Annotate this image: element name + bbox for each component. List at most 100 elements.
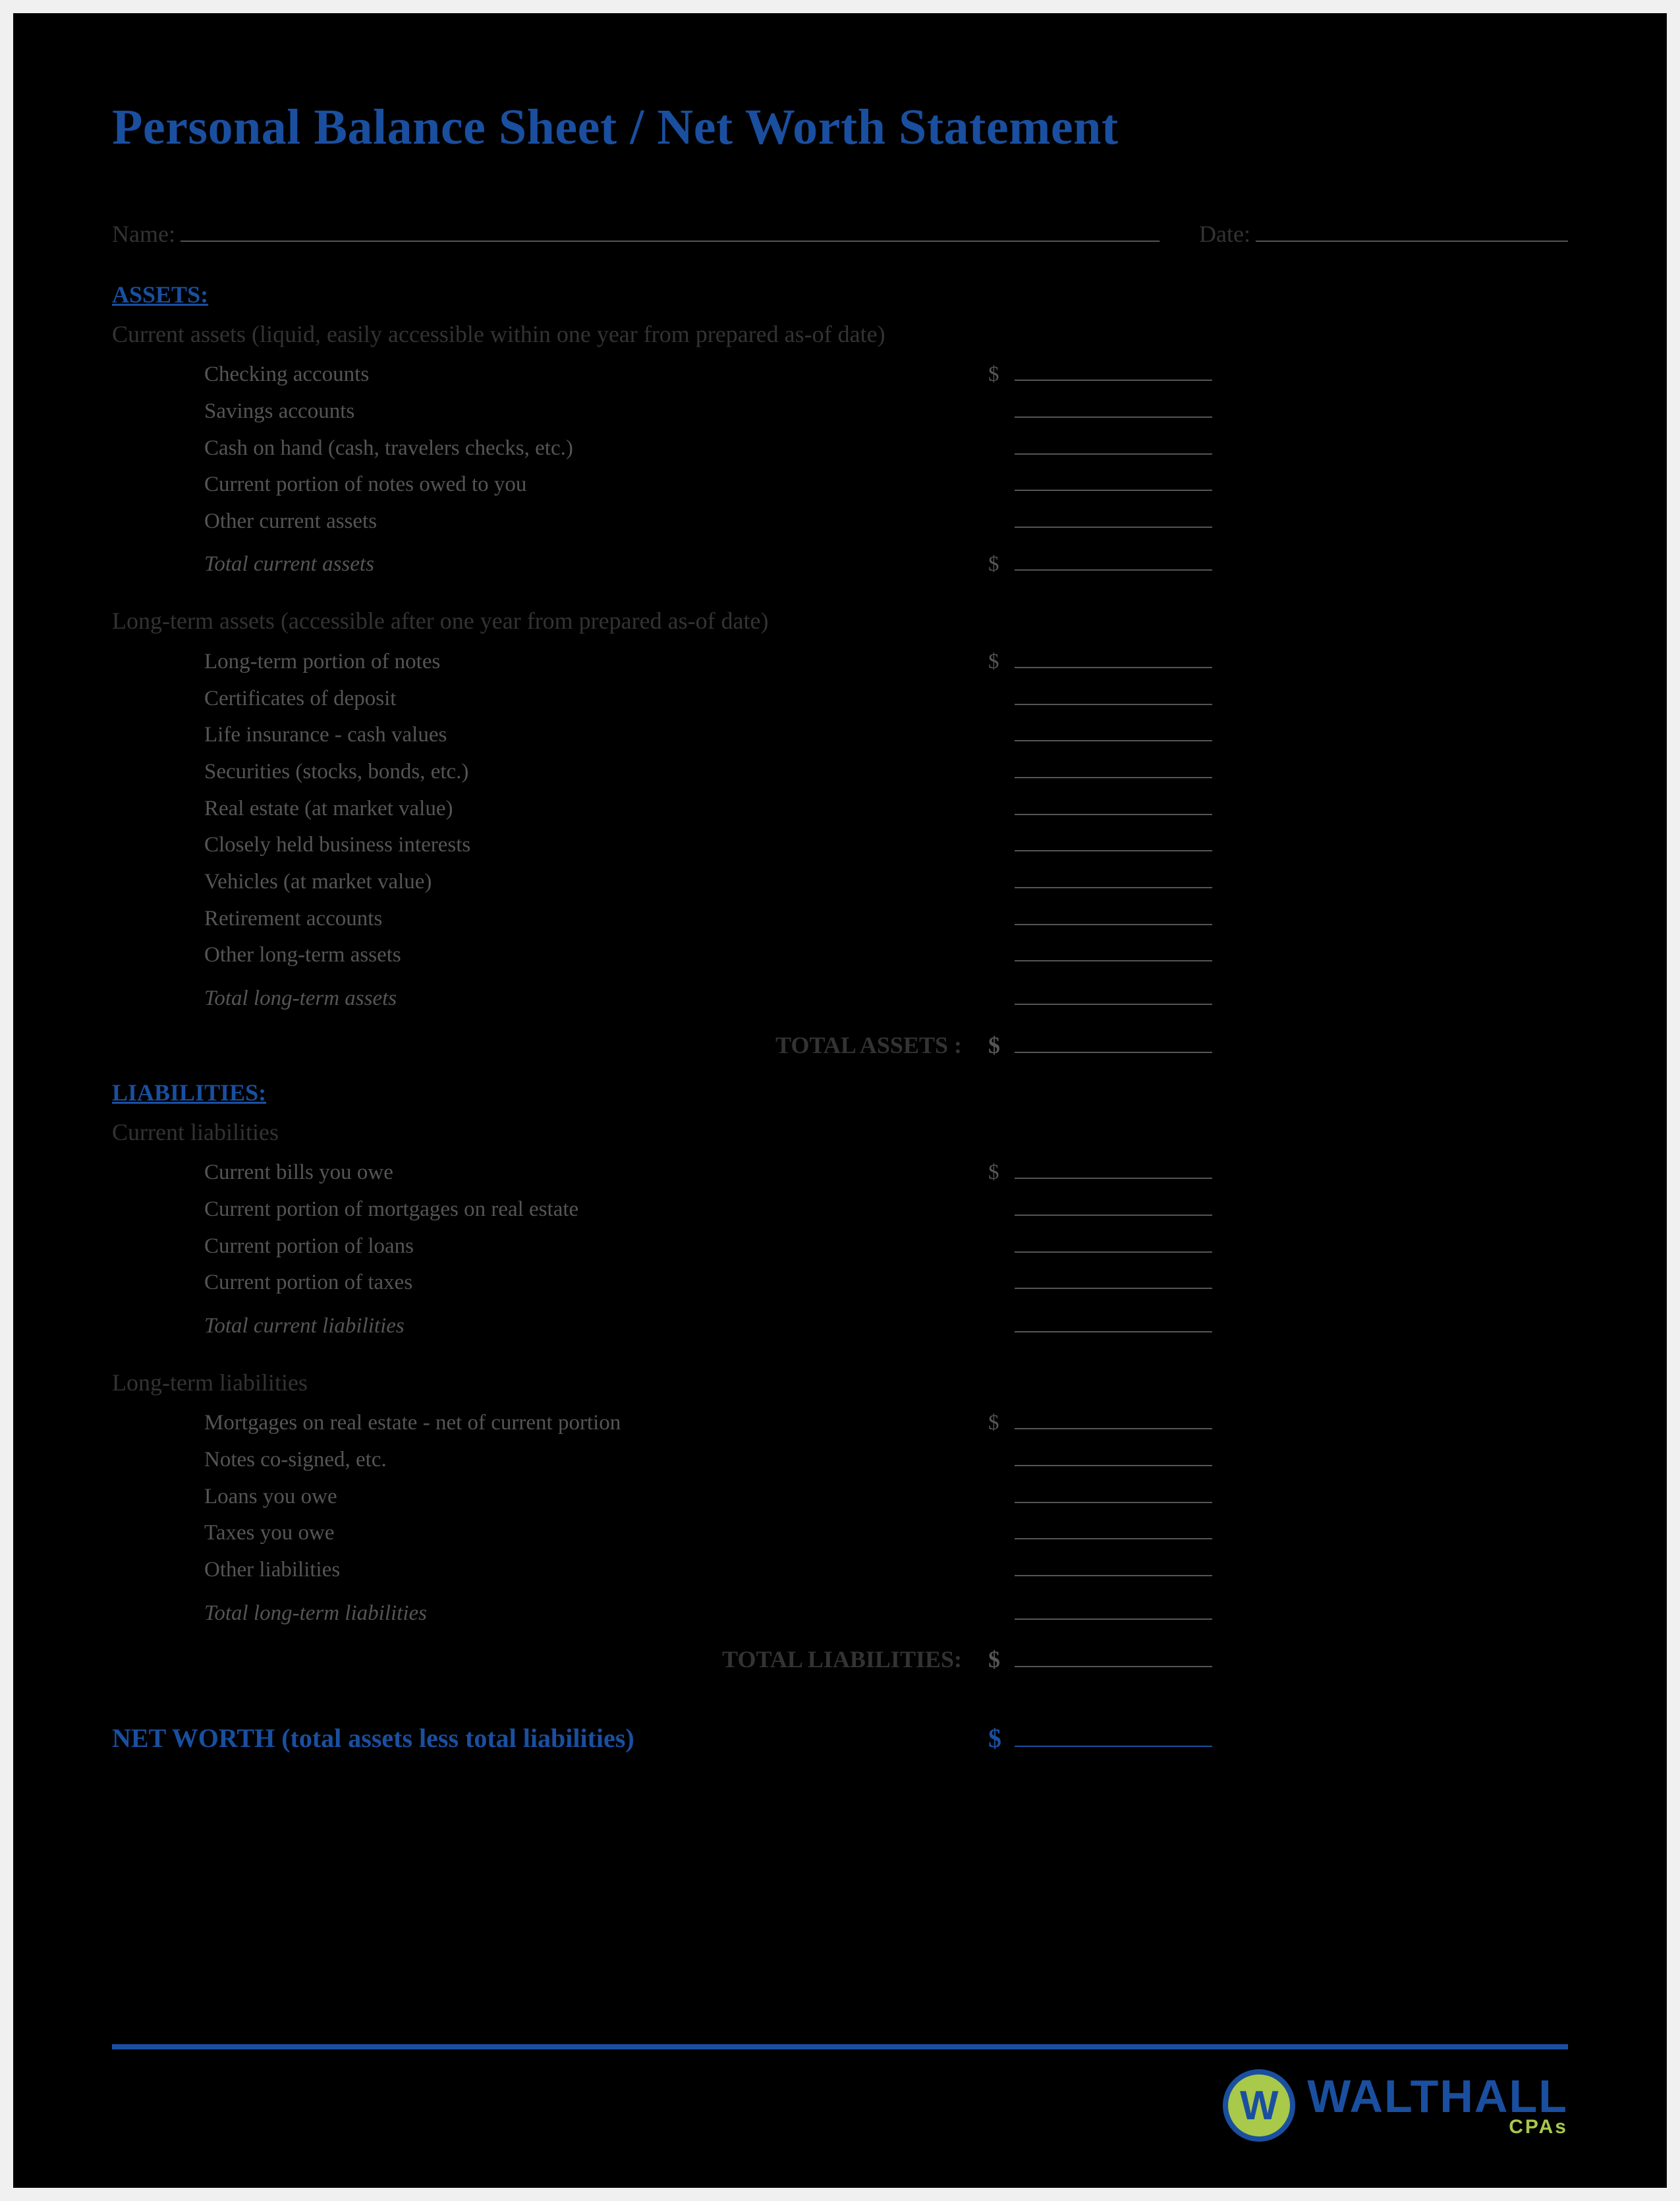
item-label: Notes co-signed, etc. <box>112 1448 988 1472</box>
walthall-logo: W WALTHALL CPAs <box>1223 2069 1568 2142</box>
amount-input[interactable] <box>1015 548 1212 571</box>
subtotal-line: Total long-term liabilities <box>112 1593 1568 1630</box>
amount-input[interactable] <box>1015 1157 1212 1180</box>
subtotal-label: Total current liabilities <box>112 1314 988 1338</box>
total-assets-row: TOTAL ASSETS :$ <box>112 1028 1568 1059</box>
amount-input[interactable] <box>1015 1309 1212 1332</box>
amount-input[interactable] <box>1015 982 1212 1005</box>
amount-input[interactable] <box>1015 1517 1212 1540</box>
amount-input[interactable] <box>1015 682 1212 705</box>
dollar-sign: $ <box>988 1160 1015 1185</box>
assets-heading: ASSETS: <box>112 281 1568 308</box>
item-label: Other long-term assets <box>112 943 988 967</box>
current-assets-sub: Current assets (liquid, easily accessibl… <box>112 320 1568 348</box>
item-label: Other current assets <box>112 509 988 534</box>
amount-input[interactable] <box>1015 1407 1212 1430</box>
name-field-group: Name: <box>112 215 1160 248</box>
date-label: Date: <box>1199 220 1250 248</box>
page: Personal Balance Sheet / Net Worth State… <box>13 13 1667 2188</box>
total-liabilities-row: TOTAL LIABILITIES:$ <box>112 1643 1568 1674</box>
subtotal-label: Total long-term assets <box>112 986 988 1011</box>
date-input-line[interactable] <box>1256 215 1568 242</box>
line-item: Savings accounts <box>112 391 1568 428</box>
amount-input[interactable] <box>1015 395 1212 418</box>
amount-input[interactable] <box>1015 1028 1212 1053</box>
amount-input[interactable] <box>1015 755 1212 778</box>
line-item: Closely held business interests <box>112 825 1568 862</box>
date-field-group: Date: <box>1199 215 1568 248</box>
logo-text: WALTHALL CPAs <box>1307 2074 1568 2137</box>
amount-input[interactable] <box>1015 719 1212 742</box>
amount-input[interactable] <box>1015 505 1212 528</box>
amount-input[interactable] <box>1015 865 1212 888</box>
line-item: Notes co-signed, etc. <box>112 1439 1568 1476</box>
amount-input[interactable] <box>1015 939 1212 962</box>
item-label: Certificates of deposit <box>112 687 988 711</box>
dollar-sign: $ <box>988 1411 1015 1435</box>
item-label: Vehicles (at market value) <box>112 870 988 894</box>
dollar-sign: $ <box>988 1723 1015 1754</box>
item-label: Checking accounts <box>112 362 988 387</box>
line-item: Securities (stocks, bonds, etc.) <box>112 751 1568 788</box>
page-title: Personal Balance Sheet / Net Worth State… <box>112 99 1568 156</box>
item-label: Mortgages on real estate - net of curren… <box>112 1411 988 1435</box>
line-item: Current portion of loans <box>112 1226 1568 1263</box>
dollar-sign: $ <box>988 362 1015 387</box>
amount-input[interactable] <box>1015 1267 1212 1290</box>
item-label: Cash on hand (cash, travelers checks, et… <box>112 436 988 461</box>
amount-input[interactable] <box>1015 1597 1212 1620</box>
line-item: Current portion of taxes <box>112 1263 1568 1300</box>
line-item: Long-term portion of notes$ <box>112 641 1568 678</box>
name-input-line[interactable] <box>181 215 1160 242</box>
current-liabilities-sub: Current liabilities <box>112 1118 1568 1146</box>
subtotal-label: Total current assets <box>112 552 988 577</box>
line-item: Current portion of notes owed to you <box>112 465 1568 501</box>
line-item: Loans you owe <box>112 1476 1568 1513</box>
amount-input[interactable] <box>1015 645 1212 668</box>
item-label: Life insurance - cash values <box>112 723 988 747</box>
line-item: Current bills you owe$ <box>112 1153 1568 1189</box>
amount-input[interactable] <box>1015 469 1212 492</box>
amount-input[interactable] <box>1015 1553 1212 1576</box>
line-item: Other current assets <box>112 501 1568 538</box>
name-label: Name: <box>112 220 175 248</box>
item-label: Current portion of loans <box>112 1234 988 1259</box>
subtotal-label: Total long-term liabilities <box>112 1601 988 1626</box>
item-label: Long-term portion of notes <box>112 650 988 674</box>
amount-input[interactable] <box>1015 1719 1212 1747</box>
line-item: Checking accounts$ <box>112 355 1568 391</box>
liabilities-heading: LIABILITIES: <box>112 1079 1568 1106</box>
header-row: Name: Date: <box>112 215 1568 248</box>
item-label: Current portion of notes owed to you <box>112 472 988 497</box>
item-label: Current bills you owe <box>112 1160 988 1185</box>
line-item: Other long-term assets <box>112 935 1568 972</box>
dollar-sign: $ <box>988 1645 1015 1673</box>
item-label: Savings accounts <box>112 399 988 424</box>
amount-input[interactable] <box>1015 1480 1212 1503</box>
amount-input[interactable] <box>1015 1230 1212 1253</box>
amount-input[interactable] <box>1015 1193 1212 1216</box>
amount-input[interactable] <box>1015 1443 1212 1466</box>
net-worth-row: NET WORTH (total assets less total liabi… <box>112 1719 1568 1754</box>
amount-input[interactable] <box>1015 792 1212 815</box>
line-item: Life insurance - cash values <box>112 715 1568 752</box>
logo-subtitle: CPAs <box>1307 2118 1568 2137</box>
subtotal-line: Total current assets$ <box>112 544 1568 581</box>
line-item: Certificates of deposit <box>112 678 1568 715</box>
total-liabilities-label: TOTAL LIABILITIES: <box>112 1645 988 1673</box>
amount-input[interactable] <box>1015 829 1212 852</box>
longterm-assets-sub: Long-term assets (accessible after one y… <box>112 607 1568 635</box>
logo-name: WALTHALL <box>1307 2074 1568 2119</box>
amount-input[interactable] <box>1015 902 1212 925</box>
subtotal-line: Total long-term assets <box>112 978 1568 1015</box>
total-assets-label: TOTAL ASSETS : <box>112 1031 988 1059</box>
amount-input[interactable] <box>1015 1643 1212 1668</box>
item-label: Retirement accounts <box>112 907 988 931</box>
net-worth-label: NET WORTH (total assets less total liabi… <box>112 1723 988 1754</box>
amount-input[interactable] <box>1015 432 1212 455</box>
longterm-liabilities-sub: Long-term liabilities <box>112 1369 1568 1396</box>
item-label: Closely held business interests <box>112 833 988 857</box>
line-item: Cash on hand (cash, travelers checks, et… <box>112 428 1568 465</box>
line-item: Retirement accounts <box>112 898 1568 935</box>
amount-input[interactable] <box>1015 358 1212 382</box>
